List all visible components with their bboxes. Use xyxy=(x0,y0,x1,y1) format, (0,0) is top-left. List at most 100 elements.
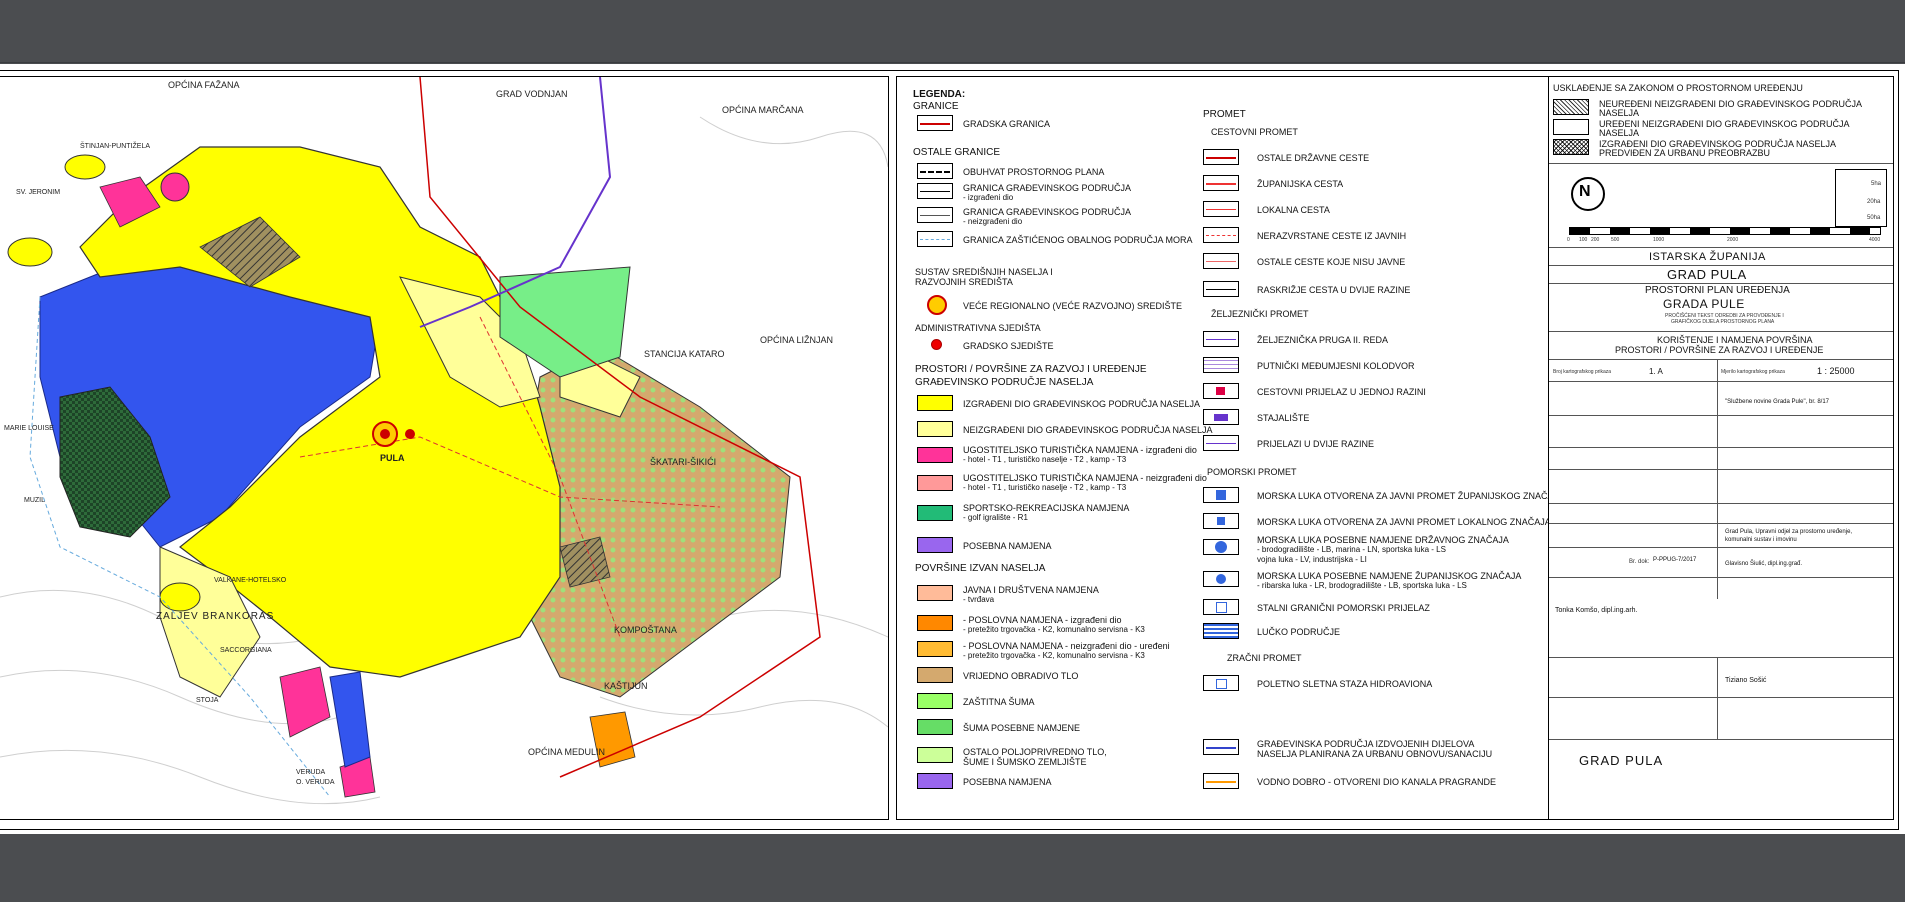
legend-label: VEĆE REGIONALNO (VEĆE RAZVOJNO) SREDIŠTE xyxy=(963,301,1183,311)
legend-label: - brodogradilište - LB, marina - LN, spo… xyxy=(1257,545,1446,554)
legend-swatch xyxy=(1553,139,1589,155)
legend-label: POSEBNA NAMJENA xyxy=(963,777,1052,787)
legend-swatch xyxy=(917,163,953,179)
legend-swatch xyxy=(1203,357,1239,373)
legend-heading: ZRAČNI PROMET xyxy=(1227,653,1302,663)
legend-swatch xyxy=(1203,149,1239,165)
legend-label: OSTALE DRŽAVNE CESTE xyxy=(1257,153,1370,163)
legend-swatch xyxy=(1203,227,1239,243)
area-scale-label: 20ha xyxy=(1867,199,1881,205)
title-divider xyxy=(1549,331,1893,332)
legend-swatch xyxy=(1553,119,1589,135)
legend-label: GRANICA GRAĐEVINSKOG PODRUČJA xyxy=(963,183,1132,193)
title-divider xyxy=(1549,697,1893,698)
title-divider xyxy=(1549,359,1893,360)
map-title: KORIŠTENJE I NAMJENA POVRŠINA xyxy=(1657,335,1813,345)
map-label: STOJA xyxy=(196,697,219,704)
legend-label: PREDVIĐEN ZA URBANU PREOBRAZBU xyxy=(1599,148,1771,158)
legend-swatch xyxy=(1203,409,1239,425)
title-uskladenje: USKLAĐENJE SA ZAKONOM O PROSTORNOM UREĐE… xyxy=(1553,83,1803,93)
county-name: ISTARSKA ŽUPANIJA xyxy=(1649,251,1766,263)
legend-label: UGOSTITELJSKO TURISTIČKA NAMJENA - neizg… xyxy=(963,473,1207,483)
map-label: PULA xyxy=(380,453,405,463)
title-divider xyxy=(1549,657,1893,658)
doc-number-label: Br. dok: xyxy=(1629,559,1650,565)
legend-label: MORSKA LUKA OTVORENA ZA JAVNI PROMET LOK… xyxy=(1257,517,1551,527)
plan-name: PROSTORNI PLAN UREĐENJA xyxy=(1645,285,1790,296)
city-name: GRAD PULA xyxy=(1667,267,1747,282)
legend-label: CESTOVNI PRIJELAZ U JEDNOJ RAZINI xyxy=(1257,387,1426,397)
title-divider xyxy=(1549,503,1893,504)
legend-label: - hotel - T1 , turističko naselje - T2 ,… xyxy=(963,455,1127,464)
legend-heading: POMORSKI PROMET xyxy=(1207,467,1297,477)
scale-tick: 1000 xyxy=(1653,237,1665,243)
legend-label: - POSLOVNA NAMJENA - neizgrađeni dio - u… xyxy=(963,641,1170,651)
legend-swatch xyxy=(917,395,953,411)
title-divider xyxy=(1549,265,1893,266)
legend-label: LUČKO PODRUČJE xyxy=(1257,627,1341,637)
map-panel[interactable]: OPĆINA FAŽANA GRAD VODNJAN OPĆINA MARČAN… xyxy=(0,76,889,820)
map-label: GRAD VODNJAN xyxy=(496,89,568,99)
legend-label: ŠUMA POSEBNE NAMJENE xyxy=(963,723,1081,733)
legend-label: POSEBNA NAMJENA xyxy=(963,541,1052,551)
title-divider xyxy=(1549,381,1893,382)
legend-label: POLETNO SLETNA STAZA HIDROAVIONA xyxy=(1257,679,1433,689)
legend-heading: GRANICE xyxy=(913,101,959,112)
legend-heading: PROSTORI / POVRŠINE ZA RAZVOJ I UREĐENJE xyxy=(915,364,1147,375)
map-label: ŠKATARI-ŠIKIĆI xyxy=(650,457,717,467)
department: Grad Pula, Upravni odjel za prostorno ur… xyxy=(1725,529,1853,535)
title-divider xyxy=(1549,739,1893,740)
legend-heading: OSTALE GRANICE xyxy=(913,147,1001,158)
legend-swatch xyxy=(917,773,953,789)
legend-swatch xyxy=(1203,435,1239,451)
legend-swatch xyxy=(1203,281,1239,297)
viewer-toolbar xyxy=(0,0,1905,63)
legend-label: NEIZGRAĐENI DIO GRAĐEVINSKOG PODRUČJA NA… xyxy=(963,425,1213,435)
area-scale-label: 50ha xyxy=(1867,215,1881,221)
legend-label: RASKRIŽJE CESTA U DVIJE RAZINE xyxy=(1257,285,1411,295)
map-label: SV. JERONIM xyxy=(16,189,61,196)
regional-centre-symbol xyxy=(927,295,947,315)
map-label: ŠTINJAN-PUNTIŽELA xyxy=(80,143,151,150)
legend-label: MORSKA LUKA POSEBNE NAMJENE DRŽAVNOG ZNA… xyxy=(1257,535,1509,545)
scale-tick: 2000 xyxy=(1727,237,1739,243)
scale-tick: 100 xyxy=(1579,237,1588,243)
scale-bar xyxy=(1569,227,1881,235)
legend-label: ŠUME I ŠUMSKO ZEMLJIŠTE xyxy=(963,757,1087,767)
legend-heading: POVRŠINE IZVAN NASELJA xyxy=(915,563,1046,574)
legend-swatch xyxy=(917,667,953,683)
legend-panel: LEGENDA: GRANICE GRADSKA GRANICA OSTALE … xyxy=(896,76,1564,820)
legend-label: PUTNIČKI MEĐUMJESNI KOLODVOR xyxy=(1257,361,1415,371)
legend-swatch xyxy=(917,231,953,247)
legend-swatch xyxy=(1203,539,1239,555)
legend-label: - tvrđava xyxy=(963,595,995,604)
map-label: ZALJEV BRANKORAS xyxy=(156,611,275,622)
legend-label: NERAZVRSTANE CESTE IZ JAVNIH xyxy=(1257,231,1407,241)
legend-label: - pretežito trgovačka - K2, komunalno se… xyxy=(963,625,1145,634)
footer-city: GRAD PULA xyxy=(1579,753,1664,768)
map-label: MUZIL xyxy=(24,497,45,504)
scale-tick: 4000 xyxy=(1869,237,1881,243)
legend-swatch xyxy=(1553,99,1589,115)
map-label: VERUDA xyxy=(296,769,326,776)
field-label: Broj kartografskog prikaza xyxy=(1553,369,1612,375)
legend-label: GRANICA GRAĐEVINSKOG PODRUČJA xyxy=(963,207,1132,217)
title-block: USKLAĐENJE SA ZAKONOM O PROSTORNOM UREĐE… xyxy=(1548,76,1894,820)
title-divider xyxy=(1549,163,1893,164)
legend-label: ŽELJEZNIČKA PRUGA II. REDA xyxy=(1257,335,1389,345)
legend-title: LEGENDA: xyxy=(913,89,966,100)
verifier: Tiziano Sošić xyxy=(1725,677,1767,684)
legend-swatch xyxy=(917,115,953,131)
legend-swatch xyxy=(1203,175,1239,191)
legend-heading: RAZVOJNIH SREDIŠTA xyxy=(915,277,1013,287)
viewer-statusbar xyxy=(0,836,1905,902)
title-divider xyxy=(1549,247,1893,248)
legend-label: GRADSKO SJEDIŠTE xyxy=(963,341,1054,351)
department: komunalni sustav i imovinu xyxy=(1725,537,1797,543)
area-scale-label: 5ha xyxy=(1871,181,1882,187)
legend-label: GRAĐEVINSKA PODRUČJA IZDVOJENIH DIJELOVA xyxy=(1257,739,1475,749)
legend-label: MORSKA LUKA OTVORENA ZA JAVNI PROMET ŽUP… xyxy=(1257,491,1565,501)
legend-swatch xyxy=(917,537,953,553)
author: Tonka Komšo, dipl.ing.arh. xyxy=(1555,607,1638,614)
map-label: OPĆINA FAŽANA xyxy=(168,80,240,90)
